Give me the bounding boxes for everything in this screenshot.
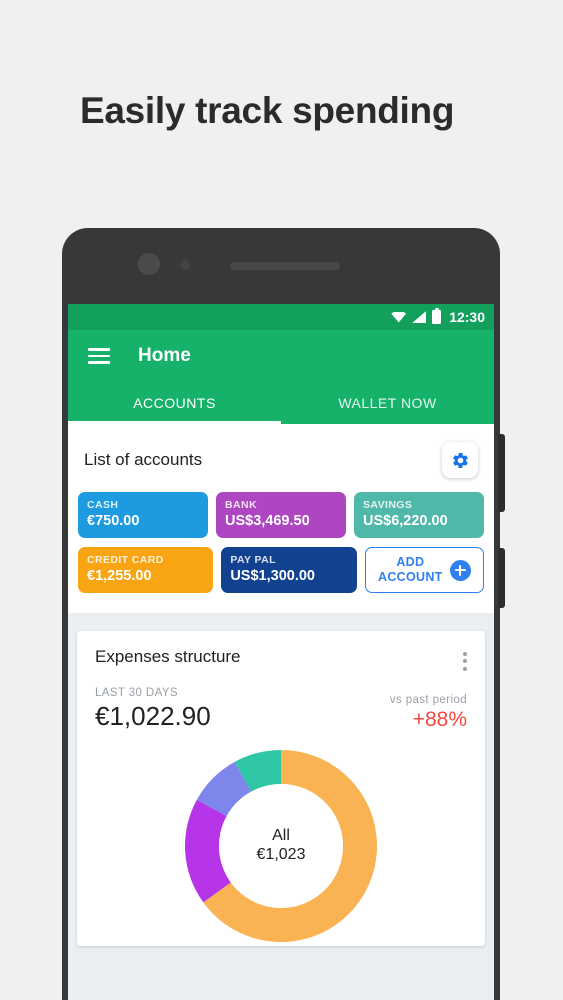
expenses-comparison-block: vs past period +88% [390, 694, 467, 732]
account-amount: €750.00 [87, 513, 140, 529]
add-account-label: ADD ACCOUNT [378, 555, 443, 585]
account-name: CASH [87, 499, 119, 511]
donut-center-title: All [272, 827, 290, 845]
signal-icon [412, 311, 427, 323]
accounts-row-2: CREDIT CARD €1,255.00 PAY PAL US$1,300.0… [78, 547, 484, 593]
account-amount: US$3,469.50 [225, 513, 310, 529]
app-bar: Home [68, 330, 494, 382]
account-amount: €1,255.00 [87, 568, 152, 584]
expenses-comparison-value: +88% [412, 707, 467, 731]
hamburger-menu-icon[interactable] [88, 348, 110, 364]
status-bar-clock: 12:30 [449, 309, 485, 325]
account-amount: US$6,220.00 [363, 513, 448, 529]
add-account-label-line1: ADD [396, 555, 425, 570]
volume-button[interactable] [498, 434, 505, 512]
account-chip-bank[interactable]: BANK US$3,469.50 [216, 492, 346, 538]
expenses-summary: LAST 30 DAYS €1,022.90 vs past period +8… [95, 687, 467, 732]
donut-center-value: €1,023 [256, 846, 306, 864]
card-separator [68, 613, 494, 631]
plus-circle-icon [449, 559, 471, 581]
expenses-period-block: LAST 30 DAYS €1,022.90 [95, 687, 211, 732]
expenses-chart-area: All €1,023 [95, 746, 467, 946]
tab-accounts[interactable]: ACCOUNTS [68, 382, 281, 424]
account-chip-cash[interactable]: CASH €750.00 [78, 492, 208, 538]
expenses-donut-chart[interactable]: All €1,023 [181, 746, 381, 946]
tab-indicator [68, 421, 281, 424]
expenses-card-header: Expenses structure [95, 647, 467, 671]
accounts-chip-grid: CASH €750.00 BANK US$3,469.50 SAVINGS US… [68, 492, 494, 593]
expenses-comparison-label: vs past period [389, 693, 467, 706]
proximity-sensor-icon [180, 260, 190, 270]
more-vertical-icon[interactable] [463, 647, 467, 671]
accounts-row-1: CASH €750.00 BANK US$3,469.50 SAVINGS US… [78, 492, 484, 538]
account-name: SAVINGS [363, 499, 413, 511]
power-button[interactable] [498, 548, 505, 608]
status-bar: 12:30 [68, 304, 494, 330]
accounts-card-title: List of accounts [84, 450, 203, 469]
accounts-card: List of accounts CASH €750.00 BANK US$3,… [68, 424, 494, 613]
battery-icon [432, 307, 442, 324]
add-account-label-line2: ACCOUNT [378, 570, 443, 584]
page-headline: Easily track spending [80, 90, 455, 131]
phone-screen: 12:30 Home ACCOUNTS WALLET NOW List of a… [68, 304, 494, 1000]
tab-wallet-now[interactable]: WALLET NOW [281, 382, 494, 424]
accounts-card-header: List of accounts [68, 424, 494, 492]
account-amount: US$1,300.00 [230, 568, 315, 584]
phone-mockup: 12:30 Home ACCOUNTS WALLET NOW List of a… [62, 228, 505, 1000]
front-camera-icon [138, 253, 160, 275]
phone-top-bezel [62, 228, 500, 300]
account-chip-savings[interactable]: SAVINGS US$6,220.00 [354, 492, 484, 538]
expenses-card-title: Expenses structure [95, 647, 241, 666]
account-chip-credit-card[interactable]: CREDIT CARD €1,255.00 [78, 547, 214, 593]
expenses-card: Expenses structure LAST 30 DAYS €1,022.9… [77, 631, 485, 946]
gear-icon [452, 452, 468, 468]
account-name: PAY PAL [230, 554, 276, 566]
add-account-button[interactable]: ADD ACCOUNT [364, 547, 484, 593]
account-name: BANK [225, 499, 257, 511]
donut-center-label: All €1,023 [219, 783, 343, 908]
wifi-icon [391, 311, 407, 323]
earpiece-speaker [230, 262, 340, 270]
account-settings-button[interactable] [442, 442, 478, 478]
expenses-period-label: LAST 30 DAYS [95, 686, 178, 699]
expenses-period-amount: €1,022.90 [95, 700, 211, 731]
account-name: CREDIT CARD [87, 554, 164, 566]
tab-bar: ACCOUNTS WALLET NOW [68, 382, 494, 424]
screenshot-root: Easily track spending 12:30 Home ACCOUNT… [0, 0, 563, 1000]
page-title: Home [138, 345, 191, 366]
account-chip-pay-pal[interactable]: PAY PAL US$1,300.00 [221, 547, 357, 593]
